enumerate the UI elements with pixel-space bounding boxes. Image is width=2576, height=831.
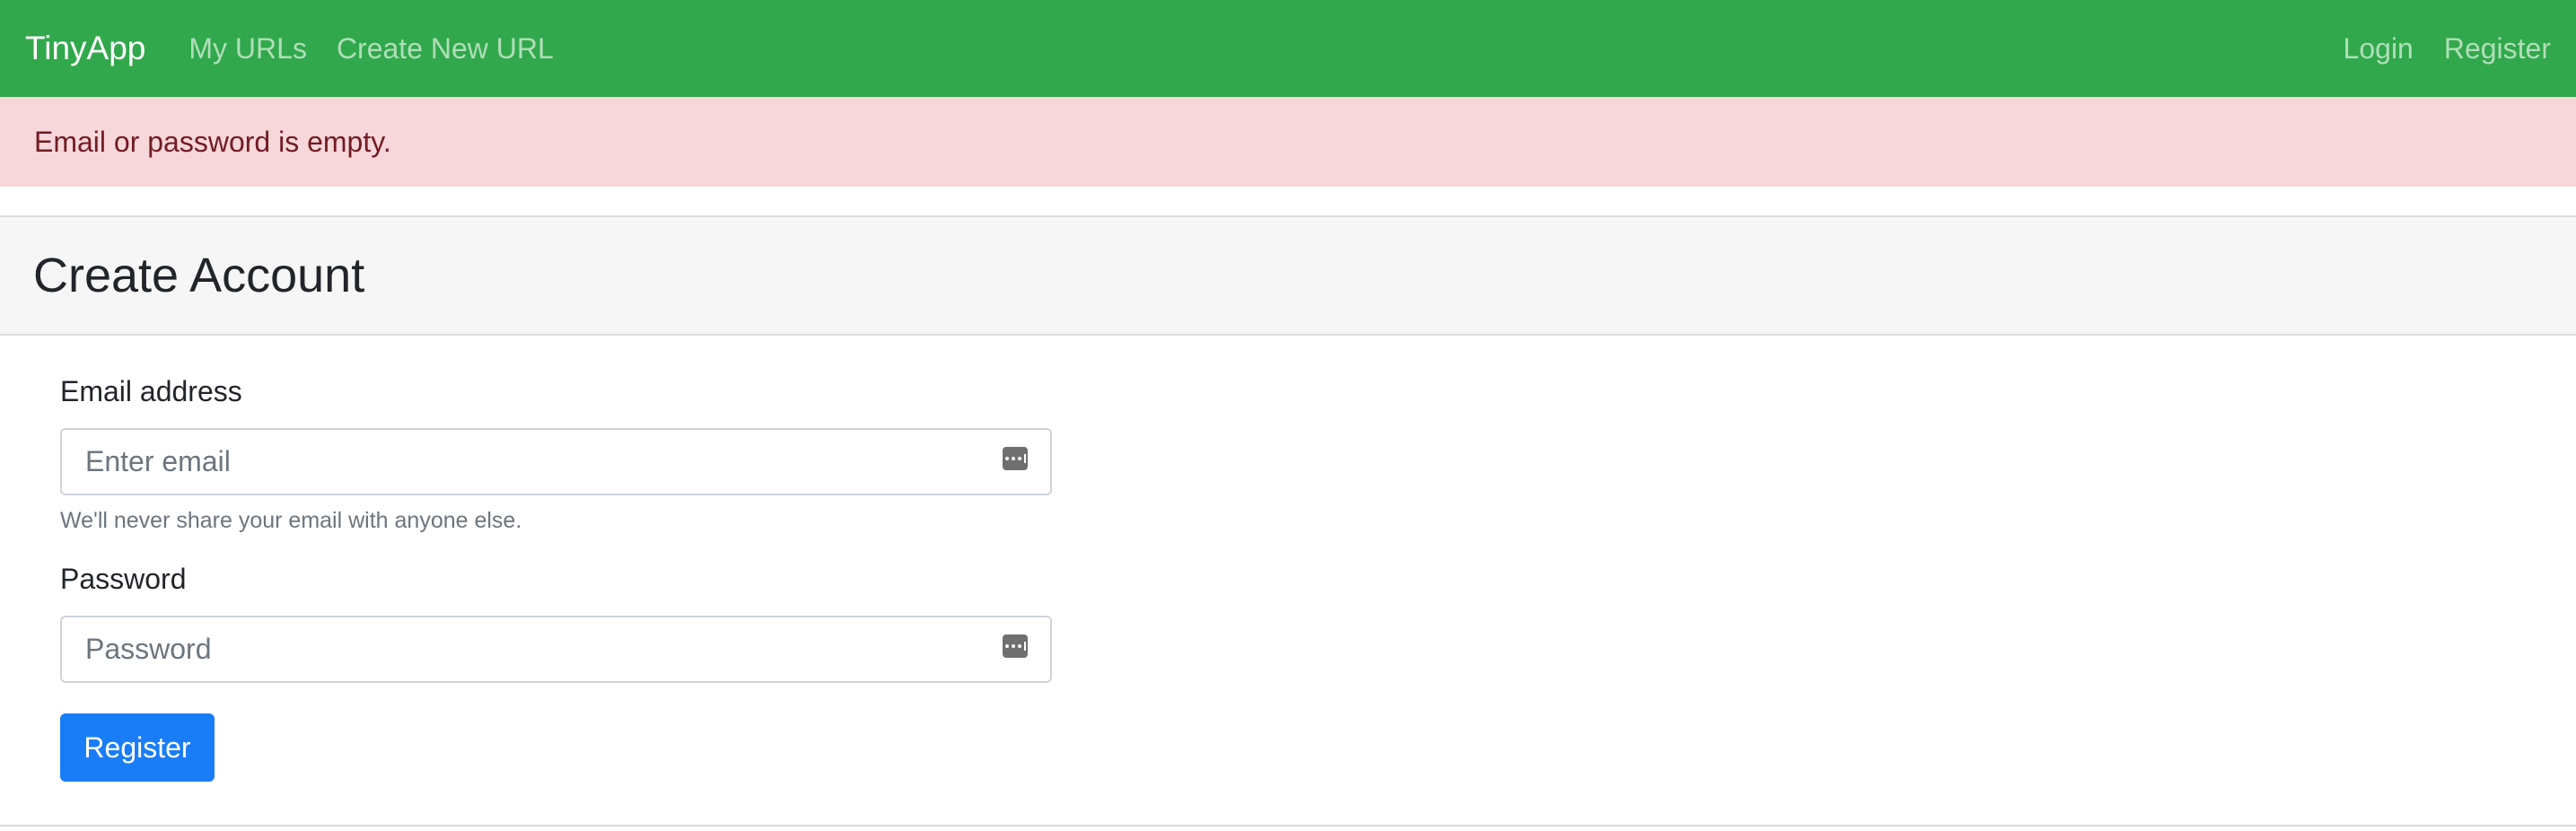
email-field[interactable] xyxy=(60,428,1052,495)
nav-my-urls[interactable]: My URLs xyxy=(188,32,307,66)
email-group: Email address We'll never share your ema… xyxy=(60,375,2576,534)
nav-right-group: Login Register xyxy=(2313,32,2551,66)
brand-link[interactable]: TinyApp xyxy=(25,30,145,67)
nav-register[interactable]: Register xyxy=(2444,32,2551,66)
nav-login[interactable]: Login xyxy=(2344,32,2414,66)
card-header: Create Account xyxy=(0,217,2576,336)
error-alert: Email or password is empty. xyxy=(0,97,2576,187)
create-account-card: Create Account Email address We'll never… xyxy=(0,215,2576,827)
email-label: Email address xyxy=(60,375,242,407)
top-navbar: TinyApp My URLs Create New URL Login Reg… xyxy=(0,0,2576,97)
password-field[interactable] xyxy=(60,616,1052,683)
nav-create-new-url[interactable]: Create New URL xyxy=(337,32,554,66)
password-label: Password xyxy=(60,563,187,595)
password-manager-icon[interactable] xyxy=(1003,634,1028,658)
register-form: Email address We'll never share your ema… xyxy=(60,375,2576,782)
email-input-wrap xyxy=(60,428,1052,495)
page-title: Create Account xyxy=(33,249,365,302)
card-body: Email address We'll never share your ema… xyxy=(0,336,2576,782)
password-group: Password xyxy=(60,563,2576,683)
password-manager-icon[interactable] xyxy=(1003,447,1028,470)
email-help-text: We'll never share your email with anyone… xyxy=(60,508,522,533)
register-button[interactable]: Register xyxy=(60,713,215,782)
password-input-wrap xyxy=(60,616,1052,683)
